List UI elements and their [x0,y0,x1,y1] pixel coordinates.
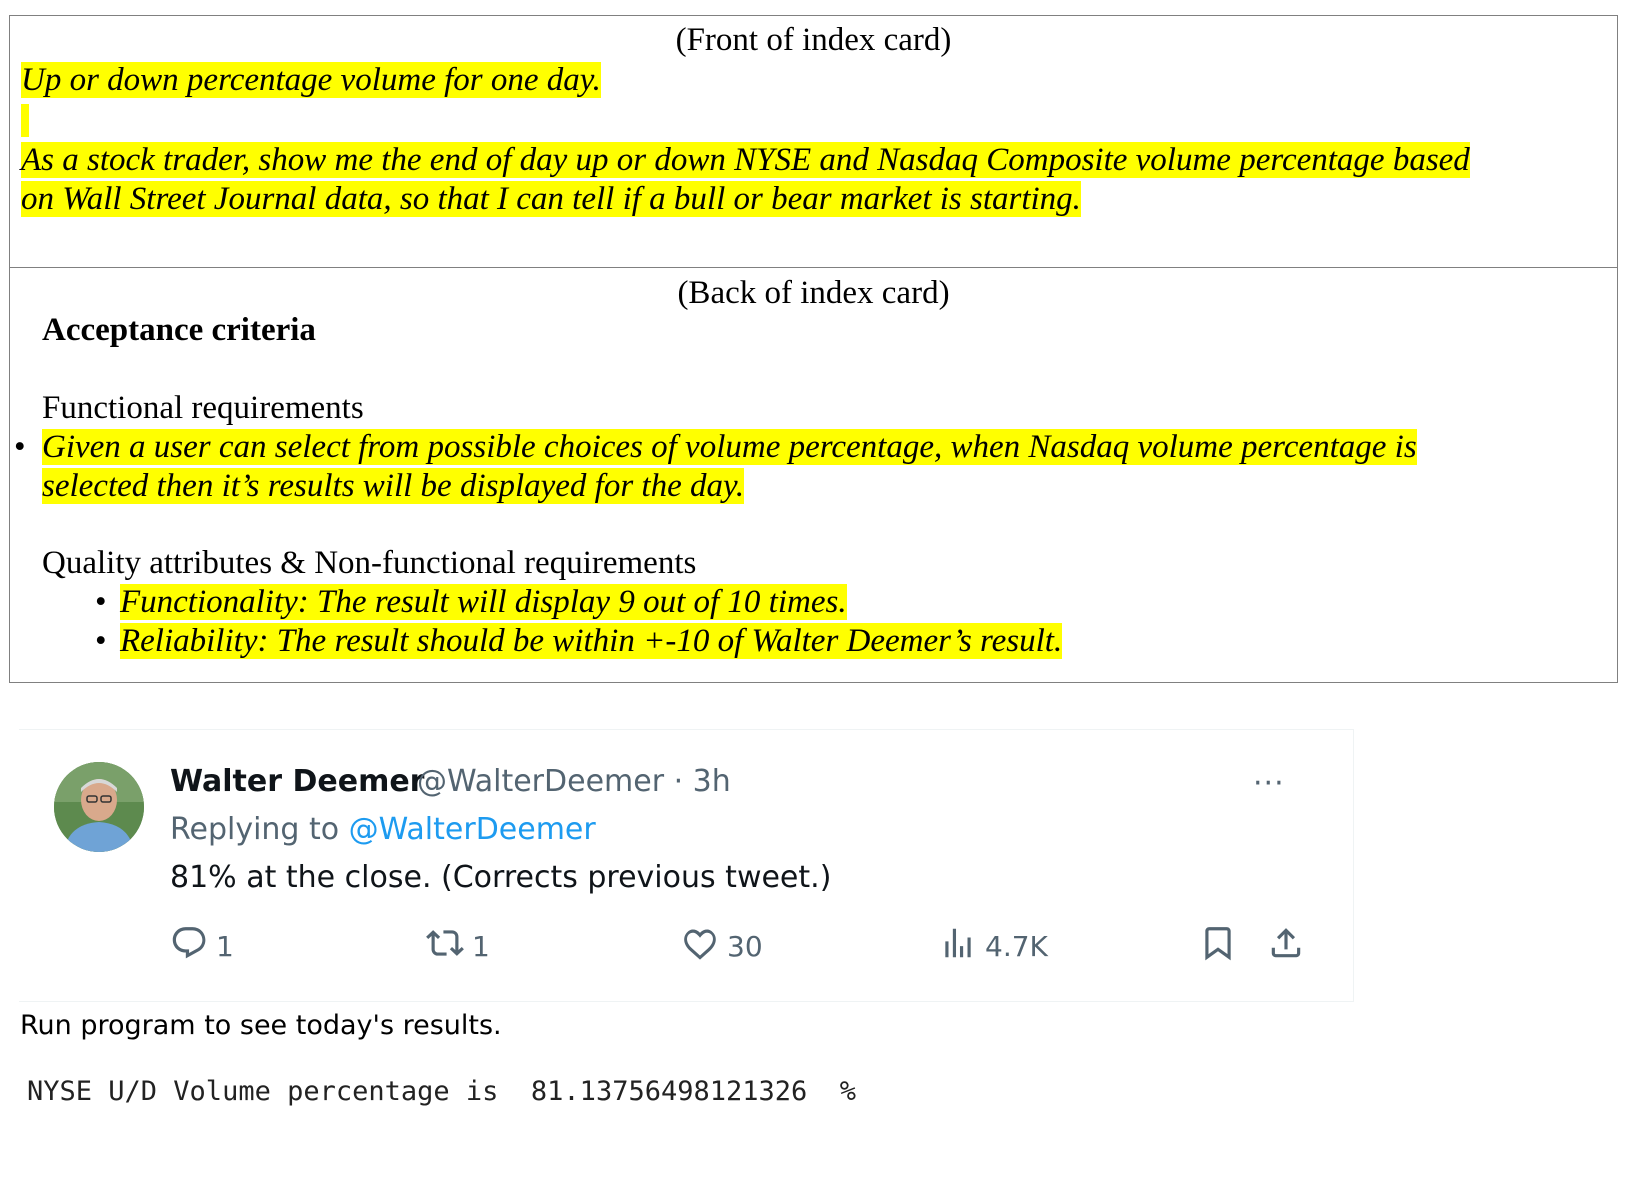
acceptance-criteria-heading: Acceptance criteria [42,312,316,348]
views-button[interactable]: 4.7K [939,926,1048,966]
bookmark-button[interactable] [1199,926,1237,966]
quality-item-functionality: Functionality: The result will display 9… [120,584,847,620]
story-body: As a stock trader, show me the end of da… [21,141,1611,219]
reply-button[interactable]: 1 [170,926,234,966]
bookmark-icon [1199,924,1237,969]
index-card-back: (Back of index card) Acceptance criteria… [10,268,1617,682]
like-count: 30 [727,929,763,963]
index-card: (Front of index card) Up or down percent… [9,15,1618,683]
retweet-button[interactable]: 1 [426,926,490,966]
views-icon [939,924,977,969]
functional-item-line-1: Given a user can select from possible ch… [42,429,1417,465]
bullet: • [95,623,107,659]
tweet-card[interactable]: Walter Deemer @WalterDeemer · 3h ··· Rep… [19,730,1354,1002]
author-handle-time[interactable]: @WalterDeemer · 3h [417,764,731,799]
author-name[interactable]: Walter Deemer [170,764,424,799]
like-button[interactable]: 30 [681,926,763,966]
back-heading: (Back of index card) [677,275,950,311]
avatar[interactable] [54,762,144,852]
heart-icon [681,924,719,969]
quality-item-reliability: Reliability: The result should be within… [120,623,1063,659]
replying-to-label: Replying to [170,812,349,847]
views-count: 4.7K [985,929,1048,963]
functional-item-line-2: selected then it’s results will be displ… [42,468,745,504]
retweet-count: 1 [472,929,490,963]
reply-icon [170,924,208,969]
index-card-front: (Front of index card) Up or down percent… [10,16,1617,268]
story-body-line-2: on Wall Street Journal data, so that I c… [21,181,1081,217]
retweet-icon [426,924,464,969]
nyse-volume-line: NYSE U/D Volume percentage is 81.1375649… [27,1076,857,1107]
share-button[interactable] [1267,926,1305,966]
quality-attributes-heading: Quality attributes & Non-functional requ… [42,545,697,581]
console-output: NYSE U/D Volume percentage is 81.1375649… [19,1068,1359,1115]
functional-requirements-heading: Functional requirements [42,390,364,426]
bullet: • [95,584,107,620]
story-title: Up or down percentage volume for one day… [21,62,601,98]
tweet-text: 81% at the close. (Corrects previous twe… [170,860,832,895]
bullet: • [14,429,26,465]
replying-to-handle-link[interactable]: @WalterDeemer [349,812,596,847]
highlight-mark [21,104,29,137]
functional-requirement-item: Given a user can select from possible ch… [42,428,1562,506]
run-program-caption: Run program to see today's results. [20,1010,502,1041]
replying-to: Replying to @WalterDeemer [170,812,596,847]
share-icon [1267,924,1305,969]
more-options-icon[interactable]: ··· [1253,766,1285,801]
story-body-line-1: As a stock trader, show me the end of da… [21,142,1470,178]
front-heading: (Front of index card) [675,22,952,58]
reply-count: 1 [216,929,234,963]
